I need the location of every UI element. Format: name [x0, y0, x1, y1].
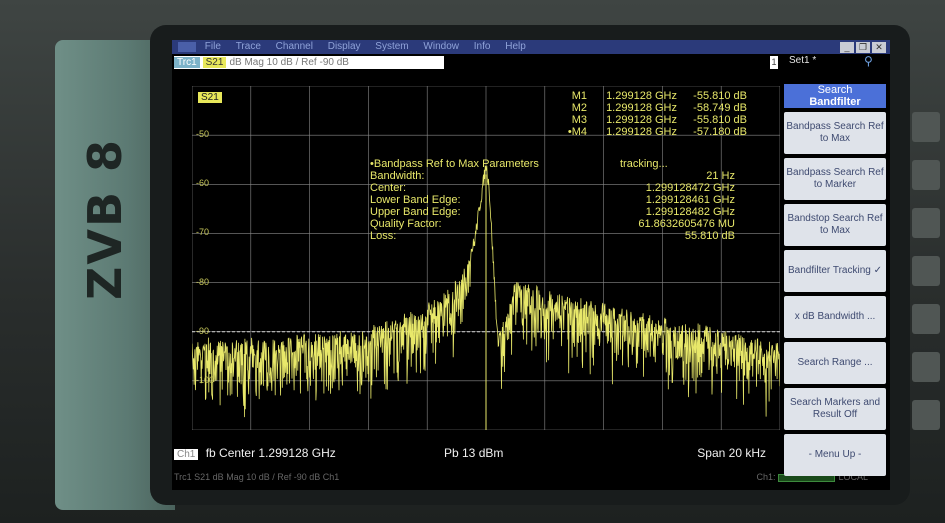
menu-window[interactable]: Window [423, 40, 459, 54]
span-value: Span 20 kHz [697, 446, 766, 460]
marker-value: -58.749 dB [693, 102, 747, 114]
param-label: Quality Factor: [370, 218, 442, 230]
param-row: Quality Factor: 61.8632605476 MU [370, 218, 735, 230]
page-number: 1 [770, 56, 778, 69]
restore-icon[interactable]: ❐ [856, 42, 870, 53]
channel-status: Ch1 fb Center 1.299128 GHz Pb 13 dBm Spa… [174, 446, 770, 460]
trace-format: dB Mag 10 dB / Ref -90 dB [229, 57, 349, 68]
hardware-softkey-buttons [912, 112, 942, 448]
marker-id: M3 [571, 114, 587, 126]
softkey-bandstop-ref-max[interactable]: Bandstop Search Ref to Max [784, 204, 886, 246]
menu-file[interactable]: File [205, 40, 221, 54]
param-label: Bandwidth: [370, 170, 425, 182]
y-tick-label: -80 [196, 276, 210, 287]
marker-row: M2 1.299128 GHz -58.749 dB [557, 102, 747, 114]
params-title: •Bandpass Ref to Max Parameters [370, 158, 539, 170]
app-icon [178, 42, 196, 52]
marker-row: •M4 1.299128 GHz -57.180 dB [557, 126, 747, 138]
set-label: Set1 * [789, 55, 817, 66]
softkey-bandfilter-tracking[interactable]: Bandfilter Tracking ✓ [784, 250, 886, 292]
marker-frequency: 1.299128 GHz [606, 102, 677, 114]
param-value: 1.299128482 GHz [645, 206, 735, 218]
param-label: Loss: [370, 230, 397, 242]
param-row: Bandwidth: 21 Hz [370, 170, 735, 182]
softkey-bandpass-ref-max[interactable]: Bandpass Search Ref to Max [784, 112, 886, 154]
param-row: Center: 1.299128472 GHz [370, 182, 735, 194]
softkey-title: Search Bandfilter [784, 84, 886, 108]
search-icon: ⚲ [864, 54, 873, 68]
marker-row: M1 1.299128 GHz -55.810 dB [557, 90, 747, 102]
bandfilter-params: •Bandpass Ref to Max Parameters tracking.… [370, 158, 735, 242]
menu-system[interactable]: System [375, 40, 408, 54]
hardware-button[interactable] [912, 304, 940, 334]
marker-table: M1 1.299128 GHz -55.810 dB M2 1.299128 GHz -5… [557, 90, 747, 138]
menu-info[interactable]: Info [474, 40, 491, 54]
marker-id: •M4 [567, 126, 587, 138]
params-status: tracking... [620, 158, 668, 170]
channel-chip[interactable]: Ch1 [174, 449, 199, 460]
marker-value: -55.810 dB [693, 114, 747, 126]
menu-help[interactable]: Help [505, 40, 526, 54]
softkey-bandpass-ref-marker[interactable]: Bandpass Search Ref to Marker [784, 158, 886, 200]
y-tick-label: -100 [196, 374, 215, 385]
param-row: Upper Band Edge: 1.299128482 GHz [370, 206, 735, 218]
softkey-search-markers-off[interactable]: Search Markers and Result Off [784, 388, 886, 430]
softkey-title-main: Bandfilter [809, 96, 861, 108]
softkey-panel: Search Bandfilter Bandpass Search Ref to… [784, 84, 886, 480]
param-row: Loss: 55.810 dB [370, 230, 735, 242]
param-value: 21 Hz [706, 170, 735, 182]
softkey-title-top: Search [817, 84, 853, 96]
param-label: Lower Band Edge: [370, 194, 461, 206]
footer-trace-info: Trc1 S21 dB Mag 10 dB / Ref -90 dB Ch1 [174, 472, 340, 482]
trace-name: Trc1 [174, 57, 200, 68]
power-level: Pb 13 dBm [444, 446, 504, 460]
minimize-icon[interactable]: _ [840, 42, 854, 53]
window-buttons: _ ❐ ✕ [838, 41, 886, 55]
menu-bar: File Trace Channel Display System Window… [172, 40, 890, 54]
marker-value: -55.810 dB [693, 90, 747, 102]
trace-header[interactable]: Trc1 S21 dB Mag 10 dB / Ref -90 dB [174, 56, 444, 69]
marker-value: -57.180 dB [693, 126, 747, 138]
param-label: Upper Band Edge: [370, 206, 461, 218]
y-tick-label: -50 [196, 129, 210, 140]
analyzer-screen: File Trace Channel Display System Window… [172, 40, 890, 490]
menu-channel[interactable]: Channel [276, 40, 313, 54]
menu-trace[interactable]: Trace [236, 40, 261, 54]
param-value: 1.299128472 GHz [645, 182, 735, 194]
param-value: 61.8632605476 MU [638, 218, 735, 230]
marker-frequency: 1.299128 GHz [606, 126, 677, 138]
softkey-menu-up[interactable]: - Menu Up - [784, 434, 886, 476]
y-tick-label: -70 [196, 227, 210, 238]
marker-id: M2 [571, 102, 587, 114]
marker-frequency: 1.299128 GHz [606, 114, 677, 126]
y-tick-label: -60 [196, 178, 210, 189]
footer-ch-label: Ch1: [756, 472, 776, 482]
hardware-button[interactable] [912, 352, 940, 382]
softkey-search-range[interactable]: Search Range ... [784, 342, 886, 384]
param-value: 55.810 dB [684, 230, 735, 242]
hardware-button[interactable] [912, 208, 940, 238]
hardware-button[interactable] [912, 256, 940, 286]
hardware-button[interactable] [912, 112, 940, 142]
y-tick-label: -90 [196, 325, 210, 336]
hardware-button[interactable] [912, 400, 940, 430]
center-frequency: fb Center 1.299128 GHz [205, 446, 336, 460]
menu-display[interactable]: Display [328, 40, 361, 54]
param-label: Center: [370, 182, 407, 194]
footer-bar: Trc1 S21 dB Mag 10 dB / Ref -90 dB Ch1 C… [174, 470, 888, 484]
hardware-button[interactable] [912, 160, 940, 190]
softkey-xdb-bandwidth[interactable]: x dB Bandwidth ... [784, 296, 886, 338]
param-value: 1.299128461 GHz [645, 194, 735, 206]
marker-id: M1 [571, 90, 587, 102]
trace-chip: S21 [198, 92, 222, 103]
marker-frequency: 1.299128 GHz [606, 90, 677, 102]
brand-logo: ZVB 8 [78, 137, 132, 300]
trace-param: S21 [202, 57, 227, 68]
close-icon[interactable]: ✕ [872, 42, 886, 53]
marker-row: M3 1.299128 GHz -55.810 dB [557, 114, 747, 126]
param-row: Lower Band Edge: 1.299128461 GHz [370, 194, 735, 206]
